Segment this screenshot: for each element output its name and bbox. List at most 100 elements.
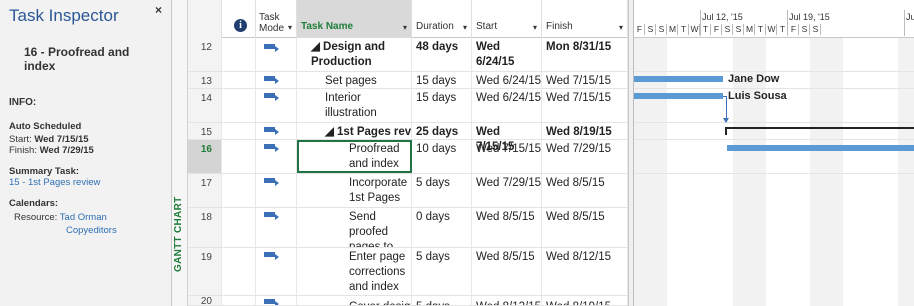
- table-row[interactable]: 18 Send proofed pages to 0 days Wed 8/5/…: [188, 208, 628, 248]
- table-row[interactable]: 15 ◢ 1st Pages review 25 days Wed 7/15/1…: [188, 123, 628, 153]
- table-row[interactable]: 19 Enter page corrections and index 5 da…: [188, 248, 628, 296]
- start-cell[interactable]: Wed 7/15/15: [472, 140, 542, 173]
- task-name-column-header[interactable]: Task Name ▾: [297, 0, 412, 38]
- task-name-cell[interactable]: Set pages: [297, 72, 412, 88]
- finish-cell[interactable]: Wed 8/5/15: [542, 208, 628, 247]
- task-mode-cell[interactable]: [256, 248, 297, 295]
- task-mode-cell[interactable]: [256, 38, 297, 71]
- task-mode-cell[interactable]: [256, 89, 297, 122]
- start-cell[interactable]: Wed 7/29/15: [472, 174, 542, 207]
- finish-cell[interactable]: Wed 7/15/15: [542, 72, 628, 88]
- gantt-summary-bar-1st-pages-review[interactable]: [725, 127, 914, 129]
- resource-link-copyeditors[interactable]: Copyeditors: [66, 225, 117, 236]
- finish-cell[interactable]: Mon 8/31/15: [542, 38, 628, 71]
- task-name-cell[interactable]: Interior illustration: [297, 89, 412, 122]
- finish-column-header[interactable]: Finish ▾: [542, 0, 628, 38]
- resource-link-tad-orman[interactable]: Tad Orman: [60, 212, 107, 223]
- dependency-arrow-icon: [723, 118, 729, 123]
- start-cell[interactable]: Wed 6/24/15: [472, 72, 542, 88]
- summary-task-label: Summary Task:: [9, 166, 80, 177]
- auto-schedule-icon: [264, 127, 279, 135]
- gantt-bar-proofread-and-index[interactable]: [727, 145, 914, 151]
- task-name-cell[interactable]: Enter page corrections and index: [297, 248, 412, 295]
- start-header-label: Start: [476, 21, 498, 32]
- row-id: 20: [188, 296, 222, 305]
- gantt-row-line: [634, 71, 914, 72]
- gantt-bar-interior-illustration[interactable]: [634, 93, 723, 99]
- gantt-timeline-pane[interactable]: Jul 12, '15 Jul 19, '15 Ju FSSMTWTFSSMTW…: [633, 0, 914, 306]
- finish-cell[interactable]: Wed 8/12/15: [542, 248, 628, 295]
- resource-label-luis-sousa: Luis Sousa: [728, 90, 787, 102]
- row-id: 14: [188, 89, 222, 122]
- dependency-link: [726, 96, 727, 120]
- start-cell[interactable]: Wed 8/12/15: [472, 296, 542, 305]
- duration-cell[interactable]: 5 days: [412, 248, 472, 295]
- duration-cell[interactable]: 48 days: [412, 38, 472, 71]
- duration-header-label: Duration: [416, 21, 454, 32]
- task-mode-cell[interactable]: [256, 208, 297, 247]
- finish-cell[interactable]: Wed 7/15/15: [542, 89, 628, 122]
- duration-cell[interactable]: 5 days: [412, 296, 472, 305]
- auto-schedule-icon: [264, 178, 279, 186]
- start-label: Start:: [9, 134, 32, 145]
- duration-cell[interactable]: 0 days: [412, 208, 472, 247]
- weekend-shade: [810, 38, 843, 306]
- task-name-cell[interactable]: ◢ Design and Production: [297, 38, 412, 71]
- chevron-down-icon[interactable]: ▾: [403, 23, 407, 32]
- indicators-column-header[interactable]: i: [222, 0, 256, 38]
- task-inspector-panel: Task Inspector × 16 - Proofread and inde…: [0, 0, 172, 306]
- summary-task-link[interactable]: 15 - 1st Pages review: [9, 177, 100, 188]
- task-name-cell[interactable]: Incorporate 1st Pages: [297, 174, 412, 207]
- auto-schedule-icon: [264, 76, 279, 84]
- start-column-header[interactable]: Start ▾: [472, 0, 542, 38]
- chevron-down-icon[interactable]: ▾: [619, 23, 623, 32]
- indicator-cell: [222, 89, 256, 122]
- week-divider: [904, 10, 905, 36]
- task-name-header-label: Task Name: [301, 21, 354, 32]
- start-cell[interactable]: Wed 8/5/15: [472, 208, 542, 247]
- row-id: 15: [188, 123, 222, 139]
- duration-cell[interactable]: 15 days: [412, 72, 472, 88]
- duration-cell[interactable]: 25 days: [412, 123, 472, 139]
- duration-cell[interactable]: 15 days: [412, 89, 472, 122]
- table-row[interactable]: 14 Interior illustration 15 days Wed 6/2…: [188, 89, 628, 123]
- start-cell[interactable]: Wed 6/24/15: [472, 89, 542, 122]
- close-icon[interactable]: ×: [155, 3, 162, 17]
- start-cell[interactable]: Wed 8/5/15: [472, 248, 542, 295]
- task-mode-cell[interactable]: [256, 72, 297, 88]
- select-all-corner[interactable]: [188, 0, 222, 38]
- duration-column-header[interactable]: Duration ▾: [412, 0, 472, 38]
- task-name-cell[interactable]: Cover design: [297, 296, 412, 305]
- finish-cell[interactable]: Wed 7/29/15: [542, 140, 628, 173]
- start-cell[interactable]: Wed 6/24/15: [472, 38, 542, 71]
- table-row[interactable]: 13 Set pages 15 days Wed 6/24/15 Wed 7/1…: [188, 72, 628, 89]
- task-mode-cell[interactable]: [256, 296, 297, 305]
- indicator-cell: [222, 123, 256, 139]
- finish-cell[interactable]: Wed 8/19/15: [542, 123, 628, 139]
- task-mode-cell[interactable]: [256, 123, 297, 139]
- inspector-start-line: Start: Wed 7/15/15: [9, 134, 89, 145]
- task-mode-cell[interactable]: [256, 174, 297, 207]
- finish-cell[interactable]: Wed 8/5/15: [542, 174, 628, 207]
- table-row[interactable]: 12 ◢ Design and Production 48 days Wed 6…: [188, 38, 628, 72]
- table-header: i Task Mode ▾ Task Name ▾ Duration ▾ Sta…: [188, 0, 628, 38]
- chevron-down-icon[interactable]: ▾: [463, 23, 467, 32]
- week-label: Ju: [906, 12, 914, 22]
- table-row[interactable]: 20 Cover design 5 days Wed 8/12/15 Wed 8…: [188, 296, 628, 306]
- chevron-down-icon[interactable]: ▾: [288, 23, 292, 32]
- table-row-selected[interactable]: 16 Proofread and index 10 days Wed 7/15/…: [188, 140, 628, 174]
- start-cell[interactable]: Wed 7/15/15: [472, 123, 542, 153]
- chevron-down-icon[interactable]: ▾: [533, 23, 537, 32]
- duration-cell[interactable]: 5 days: [412, 174, 472, 207]
- task-mode-cell[interactable]: [256, 140, 297, 173]
- task-name-cell[interactable]: ◢ 1st Pages review: [297, 123, 412, 139]
- indicator-cell: [222, 38, 256, 71]
- duration-cell[interactable]: 10 days: [412, 140, 472, 173]
- task-name-cell-active[interactable]: Proofread and index: [297, 140, 412, 173]
- row-id: 18: [188, 208, 222, 247]
- task-mode-column-header[interactable]: Task Mode ▾: [256, 0, 297, 38]
- finish-cell[interactable]: Wed 8/19/15: [542, 296, 628, 305]
- table-row[interactable]: 17 Incorporate 1st Pages 5 days Wed 7/29…: [188, 174, 628, 208]
- gantt-bar-set-pages[interactable]: [634, 76, 723, 82]
- task-name-cell[interactable]: Send proofed pages to: [297, 208, 412, 247]
